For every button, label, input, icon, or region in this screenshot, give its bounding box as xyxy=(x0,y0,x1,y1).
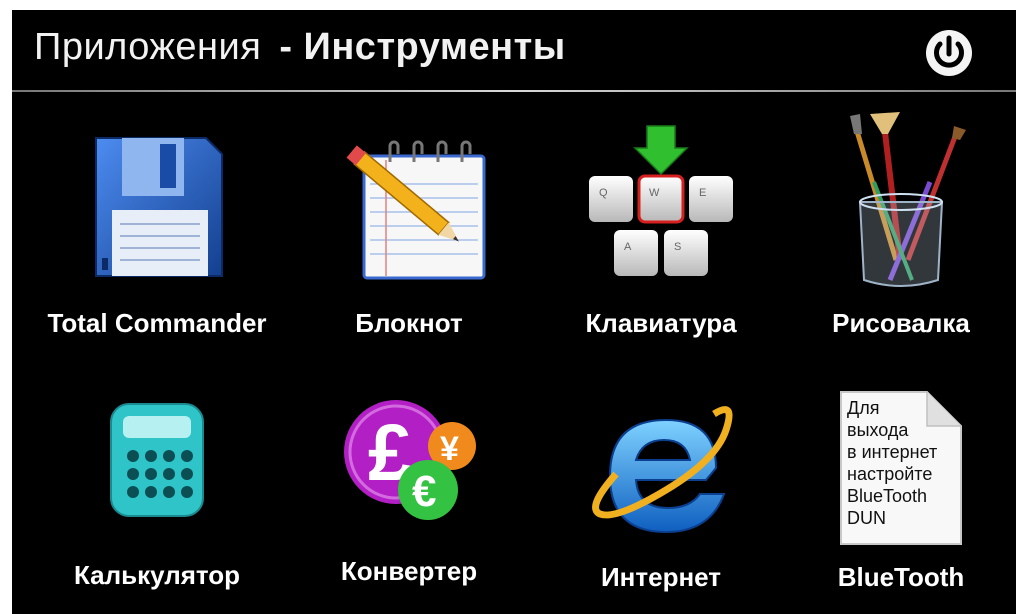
key-q-label: Q xyxy=(599,187,608,199)
note-line-5: BlueTooth xyxy=(847,486,927,506)
app-calculator[interactable]: Калькулятор xyxy=(42,370,272,600)
note-line-6: DUN xyxy=(847,508,886,528)
internet-explorer-icon xyxy=(586,390,736,540)
app-label: Калькулятор xyxy=(73,560,241,590)
note-line-4: настройте xyxy=(847,464,932,484)
app-launcher-screen: Приложения - Инструменты Total Commander… xyxy=(12,10,1016,614)
app-label: Total Commander xyxy=(47,308,267,338)
floppy-disk-icon xyxy=(82,124,232,284)
key-e-label: E xyxy=(699,187,706,199)
key-s-label: S xyxy=(674,241,681,253)
app-total-commander[interactable]: Total Commander xyxy=(42,110,272,340)
app-paint[interactable]: Рисовалка xyxy=(786,110,1016,340)
currency-converter-icon: £ ¥ € xyxy=(334,390,484,530)
app-notepad[interactable]: Блокнот xyxy=(294,110,524,340)
key-a-label: A xyxy=(624,241,632,253)
app-label: Рисовалка xyxy=(832,308,970,338)
app-label: Интернет xyxy=(600,562,722,592)
keyboard-keys-icon: Q W E A S xyxy=(581,118,741,288)
yen-symbol: ¥ xyxy=(440,430,459,468)
power-icon xyxy=(926,30,972,76)
app-label: BlueTooth xyxy=(837,562,965,592)
app-label: Блокнот xyxy=(355,308,463,338)
paint-brushes-icon xyxy=(826,110,976,295)
notepad-pencil-icon xyxy=(324,118,494,288)
bluetooth-note-icon: Для выхода в интернет настройте BlueToot… xyxy=(831,388,971,548)
note-line-1: Для xyxy=(847,398,879,418)
app-converter[interactable]: £ ¥ € Конвертер xyxy=(294,370,524,600)
key-w-label: W xyxy=(649,187,660,199)
app-internet[interactable]: Интернет xyxy=(546,370,776,600)
title-section: Приложения xyxy=(34,26,262,68)
app-label: Клавиатура xyxy=(585,308,737,338)
app-keyboard[interactable]: Q W E A S Клавиатура xyxy=(546,110,776,340)
note-line-2: выхода xyxy=(847,420,909,440)
power-button[interactable] xyxy=(924,28,974,78)
header-bar: Приложения - Инструменты xyxy=(12,10,1016,90)
euro-symbol: € xyxy=(412,467,436,516)
header-divider xyxy=(12,90,1016,92)
app-bluetooth[interactable]: Для выхода в интернет настройте BlueToot… xyxy=(786,370,1016,600)
page-title: Приложения - Инструменты xyxy=(34,26,566,69)
calculator-icon xyxy=(107,400,207,520)
app-label: Конвертер xyxy=(340,556,478,586)
note-line-3: в интернет xyxy=(847,442,937,462)
title-subsection: - Инструменты xyxy=(279,26,566,68)
